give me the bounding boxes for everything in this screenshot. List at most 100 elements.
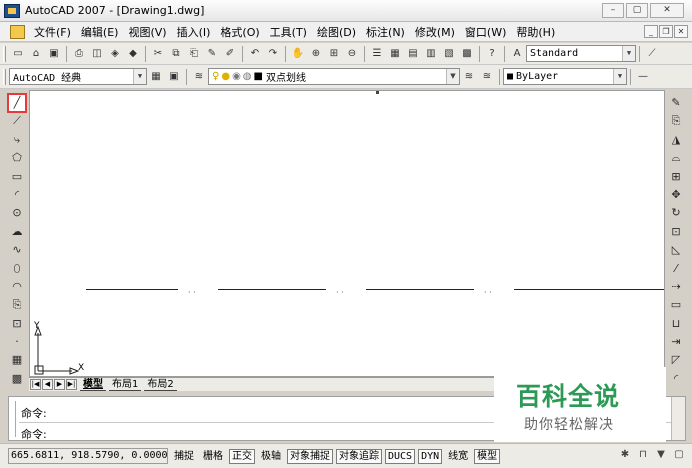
ducs-toggle[interactable]: DUCS bbox=[385, 448, 416, 464]
layer-previous-icon[interactable]: ≊ bbox=[479, 69, 495, 85]
tab-layout1[interactable]: 布局1 bbox=[109, 379, 142, 391]
workspace-settings-icon[interactable]: ▦ bbox=[148, 69, 164, 85]
erase-icon[interactable]: ✎ bbox=[668, 95, 684, 111]
doc-close-button[interactable]: ✕ bbox=[674, 25, 688, 38]
communication-center-icon[interactable]: ✱ bbox=[618, 448, 632, 462]
mirror-icon[interactable]: ◮ bbox=[668, 132, 684, 148]
menu-file[interactable]: 文件(F) bbox=[29, 24, 76, 40]
ellipse-icon[interactable]: ⬯ bbox=[9, 261, 25, 277]
menu-edit[interactable]: 编辑(E) bbox=[76, 24, 124, 40]
fillet-icon[interactable]: ◜ bbox=[668, 371, 684, 387]
join-icon[interactable]: ⇥ bbox=[668, 334, 684, 350]
grid-toggle[interactable]: 栅格 bbox=[200, 449, 226, 464]
array-icon[interactable]: ⊞ bbox=[668, 169, 684, 185]
linetype-icon[interactable]: — bbox=[635, 69, 651, 85]
menu-dimension[interactable]: 标注(N) bbox=[361, 24, 410, 40]
move-icon[interactable]: ✥ bbox=[668, 187, 684, 203]
menu-help[interactable]: 帮助(H) bbox=[511, 24, 560, 40]
tab-model[interactable]: 模型 bbox=[80, 379, 106, 391]
minimize-button[interactable]: – bbox=[602, 3, 624, 18]
sheet-set-icon[interactable]: ▥ bbox=[423, 46, 439, 62]
autocad-app-icon[interactable] bbox=[4, 3, 20, 18]
scale-icon[interactable]: ⊡ bbox=[668, 224, 684, 240]
menu-draw[interactable]: 绘图(D) bbox=[312, 24, 361, 40]
insert-block-icon[interactable]: ⎘ bbox=[9, 297, 25, 313]
help-icon[interactable]: ? bbox=[484, 46, 500, 62]
construction-line-icon[interactable]: ⟋ bbox=[9, 113, 25, 129]
circle-icon[interactable]: ⊙ bbox=[9, 205, 25, 221]
copy-object-icon[interactable]: ⎘ bbox=[668, 113, 684, 129]
zoom-realtime-icon[interactable]: ⊕ bbox=[308, 46, 324, 62]
lineweight-toggle[interactable]: 线宽 bbox=[445, 449, 471, 464]
menu-window[interactable]: 窗口(W) bbox=[460, 24, 511, 40]
next-tab-button[interactable]: ▶ bbox=[54, 379, 65, 390]
maximize-button[interactable]: ▢ bbox=[626, 3, 648, 18]
text-style-combo[interactable]: Standard ▼ bbox=[526, 45, 636, 62]
ortho-toggle[interactable]: 正交 bbox=[229, 448, 255, 464]
new-file-icon[interactable]: ▭ bbox=[10, 46, 26, 62]
block-editor-icon[interactable]: ✐ bbox=[222, 46, 238, 62]
workspace-save-icon[interactable]: ▣ bbox=[166, 69, 182, 85]
zoom-previous-icon[interactable]: ⊖ bbox=[344, 46, 360, 62]
match-properties-icon[interactable]: ✎ bbox=[204, 46, 220, 62]
hatch-icon[interactable]: ▦ bbox=[9, 352, 25, 368]
text-style-icon[interactable]: A bbox=[509, 46, 525, 62]
undo-icon[interactable]: ↶ bbox=[247, 46, 263, 62]
design-center-icon[interactable]: ▦ bbox=[387, 46, 403, 62]
workspace-combo[interactable]: AutoCAD 经典 ▼ bbox=[9, 68, 147, 85]
stretch-icon[interactable]: ◺ bbox=[668, 242, 684, 258]
copy-icon[interactable]: ⧉ bbox=[168, 46, 184, 62]
snap-toggle[interactable]: 捕捉 bbox=[171, 449, 197, 464]
close-button[interactable]: ✕ bbox=[650, 3, 684, 18]
3d-dwf-icon[interactable]: ◆ bbox=[125, 46, 141, 62]
offset-icon[interactable]: ⌓ bbox=[668, 150, 684, 166]
break-icon[interactable]: ⊔ bbox=[668, 316, 684, 332]
menu-tools[interactable]: 工具(T) bbox=[265, 24, 312, 40]
chevron-down-icon[interactable]: ▼ bbox=[133, 69, 146, 84]
redo-icon[interactable]: ↷ bbox=[265, 46, 281, 62]
spline-icon[interactable]: ∿ bbox=[9, 242, 25, 258]
last-tab-button[interactable]: ▶| bbox=[66, 379, 77, 390]
menu-insert[interactable]: 插入(I) bbox=[172, 24, 216, 40]
paste-icon[interactable]: ⎗ bbox=[186, 46, 202, 62]
drawing-canvas[interactable]: · · · · · · Y X bbox=[29, 90, 665, 377]
rotate-icon[interactable]: ↻ bbox=[668, 205, 684, 221]
first-tab-button[interactable]: |◀ bbox=[30, 379, 41, 390]
make-current-layer-icon[interactable]: ≋ bbox=[461, 69, 477, 85]
chevron-down-icon[interactable]: ▼ bbox=[613, 69, 626, 84]
revision-cloud-icon[interactable]: ☁ bbox=[9, 224, 25, 240]
pan-icon[interactable]: ✋ bbox=[290, 46, 306, 62]
markup-icon[interactable]: ▧ bbox=[441, 46, 457, 62]
tab-layout2[interactable]: 布局2 bbox=[144, 379, 177, 391]
toolbar-grip[interactable] bbox=[3, 68, 6, 85]
doc-restore-button[interactable]: ❐ bbox=[659, 25, 673, 38]
color-combo[interactable]: ■ ByLayer ▼ bbox=[503, 68, 627, 85]
line-icon[interactable]: ╱ bbox=[7, 93, 27, 113]
polygon-icon[interactable]: ⬠ bbox=[9, 150, 25, 166]
prev-tab-button[interactable]: ◀ bbox=[42, 379, 53, 390]
point-icon[interactable]: · bbox=[9, 334, 25, 350]
command-scrollbar[interactable] bbox=[671, 397, 685, 440]
menu-format[interactable]: 格式(O) bbox=[215, 24, 264, 40]
break-at-point-icon[interactable]: ▭ bbox=[668, 297, 684, 313]
ellipse-arc-icon[interactable]: ◠ bbox=[9, 279, 25, 295]
polar-toggle[interactable]: 极轴 bbox=[258, 449, 284, 464]
chamfer-icon[interactable]: ◸ bbox=[668, 352, 684, 368]
gradient-icon[interactable]: ▩ bbox=[9, 371, 25, 387]
zoom-window-icon[interactable]: ⊞ bbox=[326, 46, 342, 62]
osnap-toggle[interactable]: 对象捕捉 bbox=[287, 448, 333, 464]
command-prompt[interactable]: 命令: bbox=[21, 426, 47, 442]
document-icon[interactable] bbox=[10, 24, 25, 39]
rectangle-icon[interactable]: ▭ bbox=[9, 169, 25, 185]
model-toggle[interactable]: 模型 bbox=[474, 448, 501, 464]
publish-icon[interactable]: ◈ bbox=[107, 46, 123, 62]
command-window-grip[interactable] bbox=[12, 401, 16, 437]
otrack-toggle[interactable]: 对象追踪 bbox=[336, 448, 382, 464]
dimension-style-icon[interactable]: ⟋ bbox=[644, 46, 660, 62]
print-preview-icon[interactable]: ◫ bbox=[89, 46, 105, 62]
make-block-icon[interactable]: ⊡ bbox=[9, 316, 25, 332]
trim-icon[interactable]: ⁄ bbox=[668, 261, 684, 277]
menu-modify[interactable]: 修改(M) bbox=[410, 24, 460, 40]
status-menu-chevron-icon[interactable]: ▼ bbox=[654, 448, 668, 462]
tool-palettes-icon[interactable]: ▤ bbox=[405, 46, 421, 62]
